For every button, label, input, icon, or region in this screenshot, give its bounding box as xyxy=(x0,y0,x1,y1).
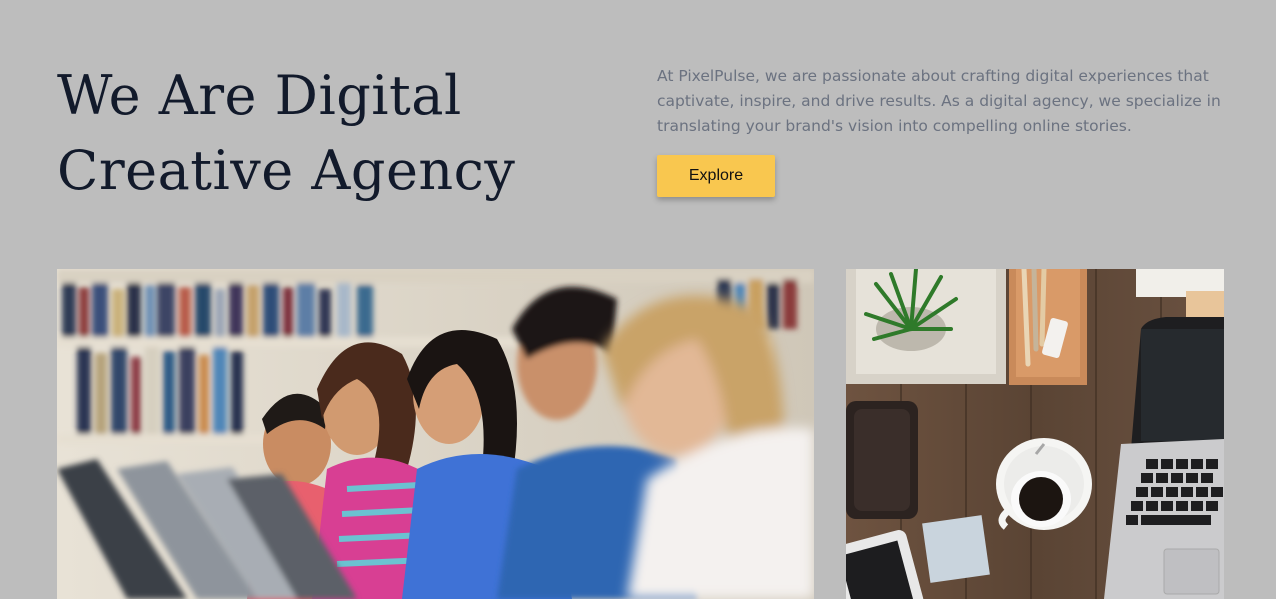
workspace-desk-photo xyxy=(846,269,1224,599)
hero-title: We Are Digital Creative Agency xyxy=(57,58,617,208)
hero-title-line2: Creative Agency xyxy=(57,139,516,202)
hero-description: At PixelPulse, we are passionate about c… xyxy=(657,67,1221,135)
hero-title-line1: We Are Digital xyxy=(57,64,462,127)
explore-button[interactable]: Explore xyxy=(657,155,775,197)
students-at-computers-photo xyxy=(57,269,814,599)
